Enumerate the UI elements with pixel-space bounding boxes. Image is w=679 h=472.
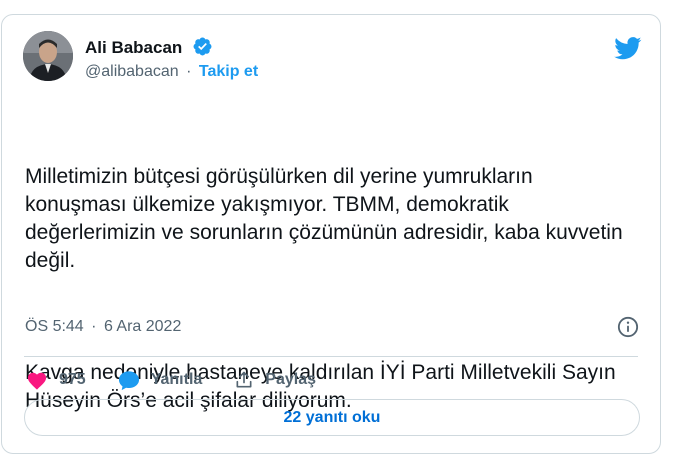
avatar-photo bbox=[23, 31, 73, 81]
like-button[interactable]: 975 bbox=[26, 370, 86, 390]
divider bbox=[24, 356, 638, 357]
heart-icon bbox=[27, 372, 47, 390]
verified-badge-icon bbox=[193, 37, 212, 56]
follow-link[interactable]: Takip et bbox=[199, 63, 258, 80]
handle-row: @alibabacan · Takip et bbox=[85, 63, 258, 81]
author-handle[interactable]: @alibabacan bbox=[85, 63, 179, 80]
separator-dot: · bbox=[91, 318, 97, 335]
twitter-bird-icon[interactable] bbox=[614, 37, 642, 60]
tweet-card: Ali Babacan @alibabacan · Takip et Mille… bbox=[1, 14, 661, 454]
separator-dot: · bbox=[186, 63, 192, 80]
share-label: Paylaş bbox=[265, 371, 316, 388]
avatar[interactable] bbox=[23, 31, 73, 81]
author-name[interactable]: Ali Babacan bbox=[85, 38, 182, 58]
tweet-paragraph: Milletimizin bütçesi görüşülürken dil ye… bbox=[25, 165, 629, 272]
like-count: 975 bbox=[59, 371, 86, 388]
info-icon[interactable] bbox=[617, 316, 639, 338]
tweet-date: 6 Ara 2022 bbox=[103, 318, 182, 335]
reply-label: Yanıtla bbox=[150, 371, 203, 388]
tweet-time: ÖS 5:44 bbox=[25, 318, 84, 335]
read-replies-button[interactable]: 22 yanıtı oku bbox=[24, 399, 640, 436]
share-button[interactable]: Paylaş bbox=[234, 370, 316, 390]
tweet-timestamp[interactable]: ÖS 5:44 · 6 Ara 2022 bbox=[25, 318, 181, 336]
action-bar: 975 Yanıtla Paylaş bbox=[26, 365, 348, 395]
reply-button[interactable]: Yanıtla bbox=[118, 370, 203, 391]
share-icon bbox=[236, 371, 252, 388]
reply-bubble-icon bbox=[118, 370, 139, 390]
